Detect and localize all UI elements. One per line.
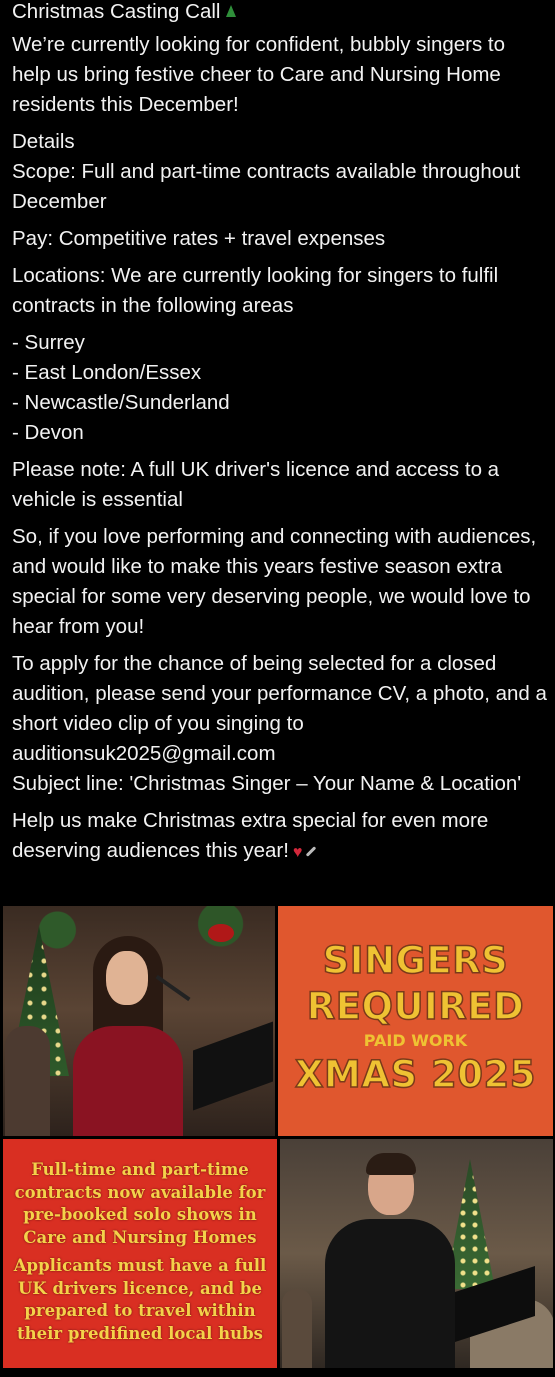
location-item: - Devon bbox=[12, 421, 84, 444]
heart-icon: ♥ bbox=[292, 844, 303, 861]
poster-contracts-text: Full-time and part-time contracts now av… bbox=[14, 1160, 266, 1247]
post-body: Christmas Casting Call We’re currently l… bbox=[12, 0, 548, 868]
poster-contract-details[interactable]: Full-time and part-time contracts now av… bbox=[3, 1139, 277, 1368]
licence-note: Please note: A full UK driver's licence … bbox=[12, 458, 500, 511]
post-intro: We’re currently looking for confident, b… bbox=[12, 33, 506, 116]
pitch-text: So, if you love performing and connectin… bbox=[12, 525, 537, 638]
location-item: - Surrey bbox=[12, 331, 85, 354]
locations-intro: Locations: We are currently looking for … bbox=[12, 264, 499, 317]
photo-male-singer[interactable] bbox=[280, 1139, 553, 1368]
poster-line-required: REQUIRED bbox=[306, 984, 525, 1029]
tree-icon bbox=[226, 5, 237, 17]
pay-text: Pay: Competitive rates + travel expenses bbox=[12, 227, 386, 250]
image-collage[interactable]: SINGERS REQUIRED PAID WORK XMAS 2025 Ful… bbox=[3, 906, 553, 1368]
location-item: - Newcastle/Sunderland bbox=[12, 391, 230, 414]
apply-text: To apply for the chance of being selecte… bbox=[12, 652, 547, 765]
location-item: - East London/Essex bbox=[12, 361, 202, 384]
post-title: Christmas Casting Call bbox=[12, 0, 221, 23]
subject-line: Subject line: 'Christmas Singer – Your N… bbox=[12, 772, 522, 795]
closing-text: Help us make Christmas extra special for… bbox=[12, 809, 489, 862]
photo-female-singer[interactable] bbox=[3, 906, 275, 1136]
poster-singers-required[interactable]: SINGERS REQUIRED PAID WORK XMAS 2025 bbox=[278, 906, 553, 1136]
microphone-icon bbox=[306, 846, 317, 857]
poster-line-paid-work: PAID WORK bbox=[363, 1031, 468, 1050]
details-heading: Details bbox=[12, 130, 75, 153]
scope-text: Scope: Full and part-time contracts avai… bbox=[12, 160, 521, 213]
poster-line-xmas: XMAS 2025 bbox=[294, 1052, 536, 1097]
poster-line-singers: SINGERS bbox=[322, 938, 509, 983]
poster-requirements-text: Applicants must have a full UK drivers l… bbox=[13, 1256, 267, 1343]
